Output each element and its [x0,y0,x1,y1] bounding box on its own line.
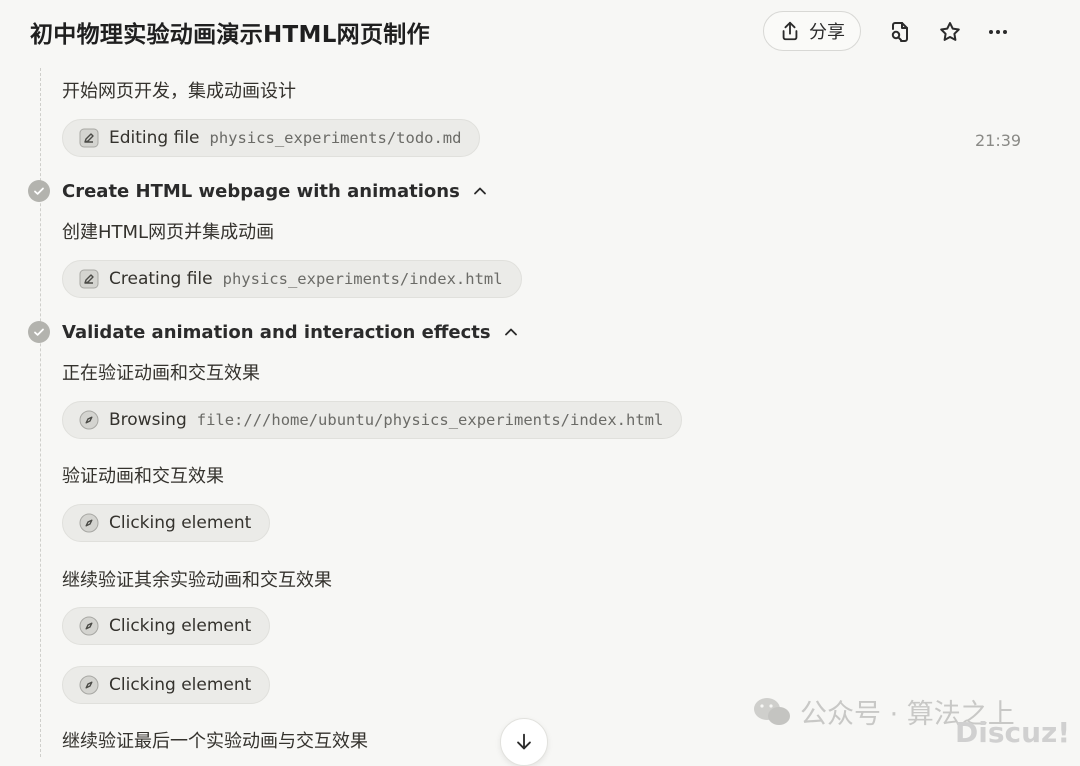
wechat-icon [754,697,790,725]
share-button[interactable]: 分享 [763,11,861,51]
action-pill-clicking[interactable]: Clicking element [62,607,271,645]
scroll-down-button[interactable] [500,718,548,766]
edit-icon [79,128,99,148]
action-path: physics_experiments/todo.md [209,129,462,147]
discuz-logo: Discuz! [955,716,1071,749]
action-pill-editing[interactable]: Editing file physics_experiments/todo.md [62,119,481,157]
share-label: 分享 [809,22,845,43]
more-icon[interactable] [986,20,1010,44]
step-validate[interactable]: Validate animation and interaction effec… [28,319,519,345]
action-verb: Browsing [109,410,187,430]
step-create-html[interactable]: Create HTML webpage with animations [28,178,488,204]
action-verb: Creating file [109,269,213,289]
compass-icon [79,410,99,430]
compass-icon [79,675,99,695]
action-verb: Clicking element [109,513,252,533]
task-note: 正在验证动画和交互效果 [62,363,260,384]
star-icon[interactable] [938,20,962,44]
chevron-up-icon[interactable] [472,183,488,199]
action-pill-clicking[interactable]: Clicking element [62,504,271,542]
task-note: 验证动画和交互效果 [62,466,224,487]
header: 初中物理实验动画演示HTML网页制作 分享 [0,0,1080,64]
check-icon [28,180,50,202]
action-pill-creating[interactable]: Creating file physics_experiments/index.… [62,260,522,298]
timestamp: 21:39 [975,131,1022,150]
compass-icon [79,616,99,636]
file-search-icon[interactable] [888,20,912,44]
action-verb: Editing file [109,128,200,148]
edit-icon [79,269,99,289]
action-pill-clicking[interactable]: Clicking element [62,666,271,704]
action-path: physics_experiments/index.html [222,270,503,288]
action-verb: Clicking element [109,675,252,695]
step-title: Create HTML webpage with animations [62,180,460,202]
timeline-line [40,68,41,757]
task-note: 继续验证其余实验动画和交互效果 [62,570,332,591]
action-verb: Clicking element [109,616,252,636]
chevron-up-icon[interactable] [503,324,519,340]
task-note: 创建HTML网页并集成动画 [62,222,275,243]
page-title: 初中物理实验动画演示HTML网页制作 [30,22,430,48]
task-note: 开始网页开发，集成动画设计 [62,81,296,102]
arrow-down-icon [517,733,531,750]
task-note: 继续验证最后一个实验动画与交互效果 [62,731,368,752]
step-title: Validate animation and interaction effec… [62,321,491,343]
compass-icon [79,513,99,533]
check-icon [28,321,50,343]
share-upload-icon [782,21,798,41]
action-path: file:///home/ubuntu/physics_experiments/… [196,411,664,429]
action-pill-browsing[interactable]: Browsing file:///home/ubuntu/physics_exp… [62,401,683,439]
